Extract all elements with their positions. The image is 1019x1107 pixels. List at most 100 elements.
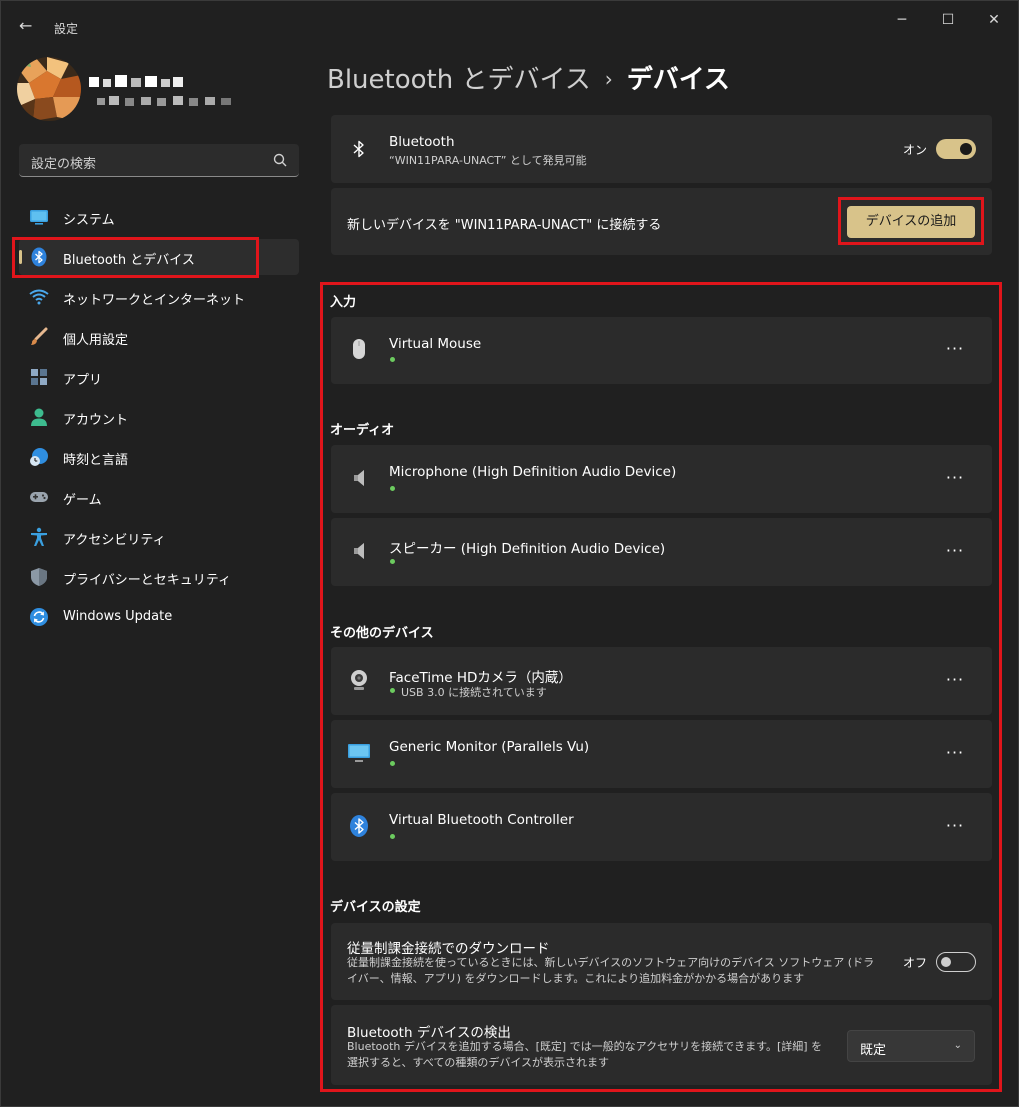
- bluetooth-discovery-dropdown[interactable]: 既定 ⌄: [847, 1030, 975, 1062]
- metered-toggle-label: オフ: [903, 956, 928, 970]
- mouse-icon: [353, 339, 365, 359]
- minimize-button[interactable]: ─: [879, 9, 925, 31]
- sidebar-item-bluetooth-devices[interactable]: Bluetooth とデバイス: [19, 239, 299, 275]
- sidebar-item-accounts[interactable]: アカウント: [19, 399, 299, 435]
- device-card-facetime-camera[interactable]: FaceTime HDカメラ（内蔵） USB 3.0 に接続されています ···: [331, 647, 992, 715]
- device-card-microphone[interactable]: Microphone (High Definition Audio Device…: [331, 445, 992, 513]
- sidebar-item-label: ネットワークとインターネット: [63, 293, 246, 308]
- more-options-button[interactable]: ···: [945, 672, 965, 689]
- webcam-icon: [351, 670, 367, 690]
- sidebar-item-system[interactable]: システム: [19, 199, 299, 235]
- device-card-speaker[interactable]: スピーカー (High Definition Audio Device) ···: [331, 518, 992, 586]
- section-heading-input: 入力: [330, 295, 357, 310]
- add-device-button[interactable]: デバイスの追加: [847, 206, 975, 238]
- shield-icon: [31, 568, 47, 586]
- avatar[interactable]: [17, 57, 81, 121]
- bluetooth-discovery-description: Bluetooth デバイスを追加する場合、[既定] では一般的なアクセサリを接…: [347, 1040, 823, 1069]
- more-options-button[interactable]: ···: [945, 341, 965, 358]
- metered-download-title: 従量制課金接続でのダウンロード: [347, 941, 550, 957]
- device-name: Microphone (High Definition Audio Device…: [389, 464, 677, 480]
- device-name: Virtual Mouse: [389, 336, 482, 352]
- metered-download-toggle[interactable]: [936, 952, 976, 972]
- section-heading-device-settings: デバイスの設定: [330, 900, 421, 915]
- bluetooth-toggle-label: オン: [903, 143, 928, 157]
- sidebar-item-label: Bluetooth とデバイス: [63, 253, 195, 268]
- profile-email-redacted: [97, 96, 231, 106]
- sidebar-item-apps[interactable]: アプリ: [19, 359, 299, 395]
- wifi-icon: [29, 289, 49, 305]
- search-placeholder: 設定の検索: [31, 157, 97, 172]
- metered-download-card: 従量制課金接続でのダウンロード 従量制課金接続を使っているときには、新しいデバイ…: [331, 923, 992, 1000]
- connected-indicator: [390, 357, 395, 362]
- apps-icon: [31, 369, 47, 385]
- more-options-button[interactable]: ···: [945, 470, 965, 487]
- speaker-icon: [354, 543, 364, 559]
- sidebar-item-label: Windows Update: [63, 609, 173, 624]
- bluetooth-discovery-title: Bluetooth デバイスの検出: [347, 1025, 511, 1041]
- sidebar-item-label: システム: [63, 213, 115, 228]
- search-icon: [273, 153, 287, 167]
- more-options-button[interactable]: ···: [945, 745, 965, 762]
- bluetooth-toggle[interactable]: [936, 139, 976, 159]
- bluetooth-icon: [353, 140, 364, 158]
- section-heading-audio: オーディオ: [330, 423, 395, 438]
- window-title: 設定: [54, 22, 79, 36]
- connected-indicator: [390, 486, 395, 491]
- time-language-icon: [30, 448, 48, 466]
- breadcrumb-separator: ›: [604, 67, 613, 91]
- device-name: FaceTime HDカメラ（内蔵）: [389, 670, 572, 686]
- sidebar-item-accessibility[interactable]: アクセシビリティ: [19, 519, 299, 555]
- close-button[interactable]: ✕: [971, 9, 1017, 31]
- sidebar-item-label: アカウント: [63, 413, 129, 428]
- bluetooth-title: Bluetooth: [389, 134, 455, 150]
- device-status: USB 3.0 に接続されています: [401, 686, 547, 699]
- sidebar-item-label: アクセシビリティ: [63, 533, 166, 548]
- more-options-button[interactable]: ···: [945, 818, 965, 835]
- add-device-text: 新しいデバイスを "WIN11PARA-UNACT" に接続する: [347, 218, 662, 233]
- settings-search-input[interactable]: 設定の検索: [19, 144, 299, 177]
- device-card-bluetooth-controller[interactable]: Virtual Bluetooth Controller ···: [331, 793, 992, 861]
- breadcrumb-parent[interactable]: Bluetooth とデバイス: [327, 65, 591, 95]
- connected-indicator: [390, 761, 395, 766]
- accessibility-icon: [31, 527, 47, 546]
- sidebar-item-label: プライバシーとセキュリティ: [63, 573, 231, 588]
- sidebar-item-label: 時刻と言語: [63, 453, 129, 468]
- sidebar-item-personalization[interactable]: 個人用設定: [19, 319, 299, 355]
- bluetooth-card: Bluetooth “WIN11PARA-UNACT” として発見可能 オン: [331, 115, 992, 183]
- sidebar-item-label: ゲーム: [63, 493, 102, 508]
- sidebar-item-windows-update[interactable]: Windows Update: [19, 599, 299, 635]
- gamepad-icon: [30, 492, 48, 502]
- account-icon: [31, 408, 47, 426]
- bluetooth-icon: [350, 815, 368, 837]
- sidebar-item-time-language[interactable]: 時刻と言語: [19, 439, 299, 475]
- brush-icon: [31, 327, 48, 345]
- settings-window: ← 設定 ─ ☐ ✕ 設定の検索 システム Bluetooth とデバイス ネッ…: [0, 0, 1019, 1107]
- device-card-generic-monitor[interactable]: Generic Monitor (Parallels Vu) ···: [331, 720, 992, 788]
- section-heading-other-devices: その他のデバイス: [330, 626, 434, 641]
- profile-name-redacted: [89, 75, 183, 87]
- active-indicator: [19, 250, 22, 264]
- device-card-virtual-mouse[interactable]: Virtual Mouse ···: [331, 317, 992, 384]
- sidebar-item-label: 個人用設定: [63, 333, 129, 348]
- connected-indicator: [390, 834, 395, 839]
- more-options-button[interactable]: ···: [945, 543, 965, 560]
- bluetooth-icon: [31, 247, 47, 267]
- update-icon: [30, 608, 48, 626]
- device-name: Virtual Bluetooth Controller: [389, 812, 574, 828]
- sidebar-item-privacy-security[interactable]: プライバシーとセキュリティ: [19, 559, 299, 595]
- title-bar: ← 設定 ─ ☐ ✕: [1, 1, 1018, 49]
- sidebar-item-gaming[interactable]: ゲーム: [19, 479, 299, 515]
- back-arrow-icon[interactable]: ←: [19, 17, 37, 35]
- device-name: スピーカー (High Definition Audio Device): [389, 541, 666, 557]
- dropdown-selected-value: 既定: [860, 1043, 887, 1058]
- bluetooth-subtitle: “WIN11PARA-UNACT” として発見可能: [389, 154, 587, 167]
- sidebar-item-label: アプリ: [63, 373, 103, 388]
- device-name: Generic Monitor (Parallels Vu): [389, 739, 590, 755]
- sidebar-item-network[interactable]: ネットワークとインターネット: [19, 279, 299, 315]
- page-title: デバイス: [626, 65, 730, 95]
- speaker-icon: [354, 470, 364, 486]
- maximize-button[interactable]: ☐: [925, 9, 971, 31]
- connected-indicator: [390, 688, 395, 693]
- breadcrumb: Bluetooth とデバイス › デバイス: [327, 59, 730, 96]
- system-icon: [30, 210, 48, 225]
